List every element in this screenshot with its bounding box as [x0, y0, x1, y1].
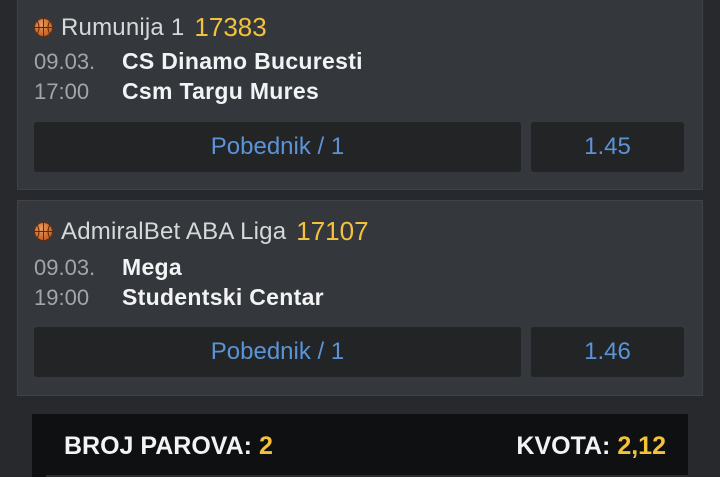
basketball-icon: [34, 222, 53, 241]
odds-label: KVOTA:: [516, 432, 611, 460]
bet-type-button[interactable]: Pobednik / 1: [34, 327, 521, 377]
match-time: 19:00: [34, 285, 90, 310]
bet-type-button[interactable]: Pobednik / 1: [34, 122, 521, 172]
ticket-summary: BROJ PAROVA: 2 KVOTA: 2,12: [32, 414, 688, 477]
league-row: AdmiralBet ABA Liga 17107: [34, 216, 369, 247]
pairs-label: BROJ PAROVA:: [64, 432, 252, 460]
match-card: AdmiralBet ABA Liga 17107 09.03. Mega 19…: [17, 200, 703, 396]
odd-button[interactable]: 1.46: [531, 327, 684, 377]
home-team: Mega: [122, 254, 182, 280]
pairs-count: BROJ PAROVA: 2: [64, 432, 273, 461]
match-time: 17:00: [34, 79, 90, 104]
match-card: Rumunija 1 17383 09.03. CS Dinamo Bucure…: [17, 0, 703, 190]
pairs-value: 2: [258, 432, 273, 460]
odd-button[interactable]: 1.45: [531, 122, 684, 172]
league-name: AdmiralBet ABA Liga: [61, 217, 287, 245]
match-date: 09.03.: [34, 49, 96, 74]
home-team: CS Dinamo Bucuresti: [122, 48, 363, 74]
league-row: Rumunija 1 17383: [34, 12, 267, 43]
match-code: 17383: [194, 12, 267, 42]
total-odds: KVOTA: 2,12: [516, 432, 666, 461]
match-code: 17107: [296, 216, 369, 246]
league-name: Rumunija 1: [61, 13, 185, 41]
away-team: Studentski Centar: [122, 284, 324, 310]
away-team: Csm Targu Mures: [122, 78, 320, 104]
basketball-icon: [34, 18, 53, 37]
odds-value: 2,12: [617, 432, 666, 460]
match-date: 09.03.: [34, 255, 96, 280]
